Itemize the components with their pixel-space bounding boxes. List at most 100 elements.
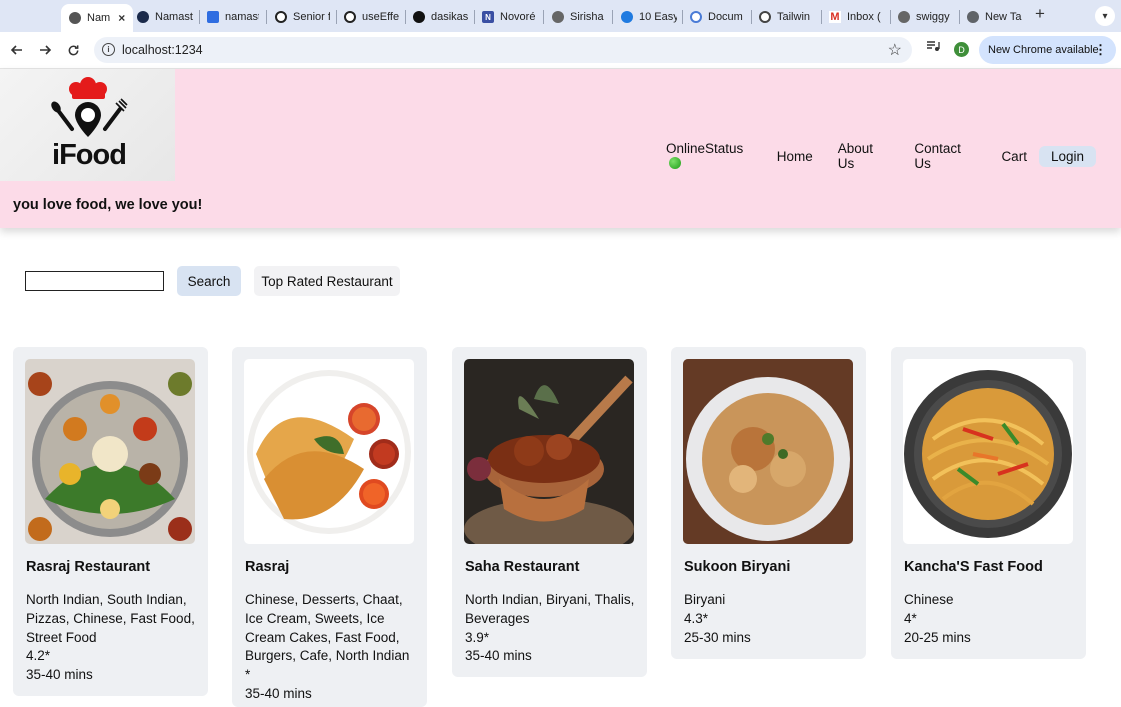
restaurant-rating: 4.2*: [26, 648, 51, 664]
tab-divider: [266, 10, 267, 24]
restaurant-delivery-time: 25-30 mins: [684, 629, 751, 645]
restaurant-name: Kancha'S Fast Food: [904, 559, 1043, 575]
media-controls-icon[interactable]: [926, 40, 940, 55]
browser-tab-active[interactable]: Nam ×: [61, 4, 133, 32]
chrome-icon: [967, 11, 979, 23]
restaurant-details: Chinese, Desserts, Chaat, Ice Cream, Swe…: [245, 591, 421, 704]
tab-label: 10 Easy: [639, 11, 677, 23]
tab-divider: [612, 10, 613, 24]
restaurant-card[interactable]: Sukoon Biryani Biryani 4.3* 25-30 mins: [671, 347, 866, 659]
restaurant-details: North Indian, South Indian, Pizzas, Chin…: [26, 591, 202, 685]
restaurant-card[interactable]: Kancha'S Fast Food Chinese 4* 20-25 mins: [891, 347, 1086, 659]
site-info-icon[interactable]: i: [102, 43, 115, 56]
restaurant-thali-image: [25, 359, 195, 544]
tab-divider: [890, 10, 891, 24]
login-button[interactable]: Login: [1038, 145, 1096, 167]
tab-label: Sirisha: [570, 11, 604, 23]
tab-divider: [405, 10, 406, 24]
logo-wordmark: iFood: [52, 139, 127, 171]
restaurant-cuisines: North Indian, Biryani, Thalis, Beverages: [465, 592, 635, 626]
browser-tab[interactable]: New Ta: [967, 5, 1022, 29]
tab-divider: [751, 10, 752, 24]
restaurant-name: Saha Restaurant: [465, 559, 580, 575]
browser-tab[interactable]: Namast: [137, 5, 195, 29]
restaurant-rating: *: [245, 667, 251, 683]
tab-label: Tailwin: [777, 11, 811, 23]
restaurant-delivery-time: 20-25 mins: [904, 629, 971, 645]
bookmark-star-icon[interactable]: ☆: [888, 40, 902, 60]
globe-icon: [552, 11, 564, 23]
app-header: iFood OnlineStatus Home About Us Contact…: [0, 69, 1121, 228]
tab-label: swiggy: [916, 11, 950, 23]
profile-avatar[interactable]: D: [954, 42, 969, 57]
site-icon: [137, 11, 149, 23]
nav-contact-link[interactable]: Contact Us: [914, 141, 976, 171]
tab-divider: [336, 10, 337, 24]
restaurant-card[interactable]: Rasraj Restaurant North Indian, South In…: [13, 347, 208, 696]
forward-arrow-icon[interactable]: [35, 40, 55, 60]
tab-label: Novoré: [500, 11, 536, 23]
search-button[interactable]: Search: [177, 266, 241, 296]
restaurant-delivery-time: 35-40 mins: [465, 648, 532, 664]
restaurant-noodles-image: [903, 359, 1073, 544]
site-icon: [621, 11, 633, 23]
restaurant-card[interactable]: Saha Restaurant North Indian, Biryani, T…: [452, 347, 647, 677]
openai-icon: [275, 11, 287, 23]
tab-divider: [543, 10, 544, 24]
browser-tab[interactable]: Docum: [690, 5, 746, 29]
new-tab-icon[interactable]: +: [1035, 4, 1045, 24]
restaurant-biryani-image: [683, 359, 853, 544]
browser-tab[interactable]: Senior f: [275, 5, 330, 29]
restaurant-cuisines: Biryani: [684, 592, 726, 607]
browser-tab[interactable]: Sirisha: [552, 5, 607, 29]
back-arrow-icon[interactable]: [7, 40, 27, 60]
restaurant-rating: 3.9*: [465, 629, 490, 645]
online-status: OnlineStatus: [666, 141, 752, 171]
browser-tab[interactable]: namast: [207, 5, 259, 29]
online-status-label: OnlineStatus: [666, 141, 744, 156]
restaurant-details: North Indian, Biryani, Thalis, Beverages…: [465, 591, 641, 666]
tab-label: Namast: [155, 11, 193, 23]
browser-toolbar: i localhost:1234 ☆: [0, 32, 1121, 69]
globe-icon: [759, 11, 771, 23]
tab-divider: [682, 10, 683, 24]
chevron-down-icon[interactable]: ▾: [1095, 6, 1115, 26]
restaurant-cuisines: North Indian, South Indian, Pizzas, Chin…: [26, 592, 195, 645]
browser-tab[interactable]: 10 Easy: [621, 5, 677, 29]
nav-cart-link[interactable]: Cart: [1001, 149, 1027, 164]
browser-tab[interactable]: useEffe: [344, 5, 400, 29]
reload-icon[interactable]: [63, 40, 83, 60]
github-icon: [413, 11, 425, 23]
chrome-update-button[interactable]: New Chrome available ⋮: [979, 36, 1116, 64]
tab-label: Senior f: [293, 11, 330, 23]
nav-about-link[interactable]: About Us: [838, 141, 890, 171]
tab-label: namast: [225, 11, 259, 23]
address-bar[interactable]: i localhost:1234 ☆: [94, 37, 912, 63]
tab-divider: [199, 10, 200, 24]
restaurant-delivery-time: 35-40 mins: [26, 667, 93, 683]
restaurant-card[interactable]: Rasraj Chinese, Desserts, Chaat, Ice Cre…: [232, 347, 427, 707]
close-tab-icon[interactable]: ×: [118, 11, 125, 25]
browser-tab[interactable]: Tailwin: [759, 5, 815, 29]
browser-tab[interactable]: N Novoré: [482, 5, 538, 29]
search-input[interactable]: [25, 271, 164, 291]
browser-tab[interactable]: M Inbox (: [829, 5, 883, 29]
tab-label: New Ta: [985, 11, 1022, 23]
restaurant-dosa-image: [244, 359, 414, 544]
browser-tab[interactable]: swiggy: [898, 5, 952, 29]
more-options-icon[interactable]: ⋮: [1094, 42, 1107, 58]
top-rated-button[interactable]: Top Rated Restaurant: [254, 266, 400, 296]
restaurant-cuisines: Chinese: [904, 592, 954, 607]
restaurant-rating: 4.3*: [684, 610, 709, 626]
tab-divider: [959, 10, 960, 24]
tab-divider: [474, 10, 475, 24]
nav-bar: OnlineStatus Home About Us Contact Us Ca…: [666, 141, 1121, 171]
logo[interactable]: iFood: [0, 69, 175, 181]
restaurant-details: Biryani 4.3* 25-30 mins: [684, 591, 860, 647]
globe-icon: [898, 11, 910, 23]
browser-tab[interactable]: dasikas: [413, 5, 468, 29]
tab-label: Nam: [87, 12, 111, 24]
nav-home-link[interactable]: Home: [777, 149, 813, 164]
tagline: you love food, we love you!: [13, 197, 203, 213]
online-dot-icon: [669, 157, 681, 169]
